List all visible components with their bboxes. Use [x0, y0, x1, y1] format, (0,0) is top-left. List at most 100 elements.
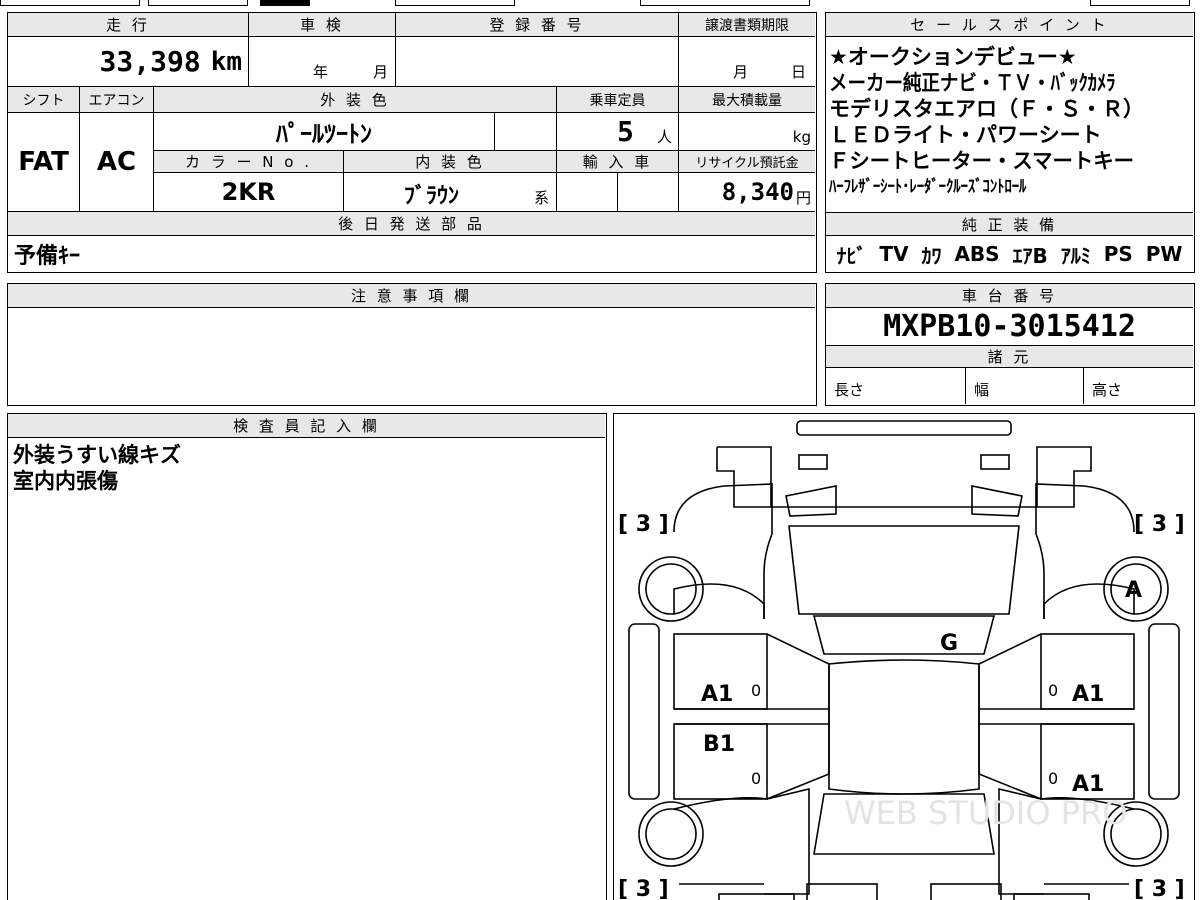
equipment-item: ｶﾜ — [921, 243, 942, 268]
mark-windshield: G — [940, 631, 958, 656]
load-cell: kg — [679, 113, 815, 151]
transfer-header: 譲渡書類期限 — [679, 13, 815, 37]
length-cell: 長さ — [826, 368, 966, 404]
later-parts-value: 予備ｷｰ — [14, 243, 81, 269]
load-header: 最大積載量 — [679, 87, 815, 113]
exterior-header: 外 装 色 — [154, 87, 557, 113]
later-parts-cell: 予備ｷｰ — [8, 236, 815, 271]
interior-suffix: 系 — [534, 189, 550, 207]
transfer-day: 日 — [791, 63, 807, 81]
sales-point-line: メーカー純正ナビ・ＴＶ・ﾊﾞｯｸｶﾒﾗ — [829, 71, 1116, 95]
mark-front-right: A — [1125, 578, 1142, 603]
bracket-bottom-left: [ 3 ] — [618, 877, 669, 900]
capacity-cell: 5 人 — [557, 113, 679, 151]
exterior-extra-cell — [495, 113, 557, 151]
chassis-header: 車 台 番 号 — [826, 284, 1193, 308]
top-cropped-strip — [0, 0, 1200, 8]
notes-header: 注 意 事 項 欄 — [8, 284, 815, 308]
shaken-year: 年 — [313, 63, 329, 81]
sales-point-line: Ｆシートヒーター・スマートキー — [829, 149, 1134, 173]
recycle-cell: 8,340 円 — [679, 173, 815, 212]
shaken-cell: 年 月 — [249, 37, 396, 87]
height-cell: 高さ — [1084, 368, 1193, 404]
sales-point-line: モデリスタエアロ（Ｆ・Ｓ・Ｒ） — [829, 97, 1144, 121]
chassis-box: 車 台 番 号 MXPB10-3015412 諸 元 長さ 幅 高さ — [825, 283, 1195, 406]
equipment-item: PW — [1145, 242, 1183, 266]
sales-point-line: ﾊｰﾌﾚｻﾞｰｼｰﾄ･ﾚｰﾀﾞｰｸﾙｰｽﾞｺﾝﾄﾛｰﾙ — [829, 177, 1027, 197]
mark-right-front-door: A1 — [1072, 682, 1104, 707]
notes-box: 注 意 事 項 欄 — [7, 283, 817, 406]
color-no-cell: 2KR — [154, 173, 344, 212]
registration-cell — [396, 37, 679, 87]
inspector-box: 検 査 員 記 入 欄 外装うすい線キズ 室内内張傷 — [7, 413, 607, 900]
sales-points-lines: ★オークションデビュー★ メーカー純正ナビ・ＴＶ・ﾊﾞｯｸｶﾒﾗ モデリスタエア… — [829, 44, 1191, 214]
aircon-value: AC — [96, 147, 137, 177]
later-parts-header: 後 日 発 送 部 品 — [8, 212, 815, 236]
exterior-value: ﾊﾟｰﾙﾂｰﾄﾝ — [276, 120, 372, 148]
shift-value: FAT — [18, 147, 69, 177]
wheel-rear-left — [638, 801, 704, 867]
width-cell: 幅 — [966, 368, 1084, 404]
vehicle-info-table: 走 行 車 検 登 録 番 号 譲渡書類期限 33,398 km 年 月 月 日… — [7, 12, 817, 273]
wheel-front-left — [638, 556, 704, 622]
watermark: WEB STUDIO PRO — [844, 794, 1127, 832]
height-label: 高さ — [1092, 381, 1123, 399]
equipment-item: ｱﾙﾐ — [1060, 243, 1091, 268]
shift-header: シフト — [8, 87, 80, 113]
car-diagram: [ 3 ] [ 3 ] [ 3 ] [ 3 ] A G A1 B1 A1 A1 … — [618, 420, 1185, 900]
shaken-header: 車 検 — [249, 13, 396, 37]
recycle-value: 8,340 — [721, 178, 794, 206]
equipment-header: 純 正 装 備 — [826, 212, 1193, 236]
mark-left-rear-door: B1 — [703, 732, 735, 757]
inspector-lines: 外装うすい線キズ 室内内張傷 — [13, 442, 181, 494]
equipment-item: TV — [879, 242, 909, 266]
import-cell-b — [618, 173, 679, 212]
chassis-cell: MXPB10-3015412 — [826, 308, 1193, 346]
color-no-value: 2KR — [221, 178, 276, 206]
aircon-header: エアコン — [80, 87, 154, 113]
equipment-item: ABS — [954, 242, 1000, 266]
shaken-month: 月 — [373, 63, 389, 81]
color-no-header: カ ラ ー N o . — [154, 151, 344, 173]
capacity-unit: 人 — [657, 128, 673, 146]
front-bumper-top — [796, 420, 1012, 436]
mileage-value: 33,398 — [99, 45, 201, 78]
sales-point-line: ★オークションデビュー★ — [829, 45, 1077, 69]
equipment-item: ｴｱB — [1012, 243, 1048, 268]
capacity-header: 乗車定員 — [557, 87, 679, 113]
transfer-cell: 月 日 — [679, 37, 815, 87]
inspector-line: 外装うすい線キズ — [13, 443, 181, 467]
length-label: 長さ — [834, 381, 865, 399]
aircon-cell: AC — [80, 113, 154, 212]
mileage-header: 走 行 — [8, 13, 249, 37]
zero-left-rear: 0 — [751, 769, 761, 788]
mileage-unit: km — [210, 46, 242, 77]
zero-left-front: 0 — [751, 681, 761, 700]
interior-value: ﾌﾞﾗｳﾝ — [404, 184, 460, 209]
equipment-item: PS — [1103, 242, 1133, 266]
car-diagram-box: [ 3 ] [ 3 ] [ 3 ] [ 3 ] A G A1 B1 A1 A1 … — [613, 413, 1195, 900]
inspector-line: 室内内張傷 — [13, 469, 118, 493]
hood-outline — [716, 446, 1092, 508]
capacity-value: 5 — [617, 115, 634, 148]
equipment-list: ﾅﾋﾞ TV ｶﾜ ABS ｴｱB ｱﾙﾐ PS PW — [826, 237, 1193, 271]
windshield — [788, 525, 1020, 615]
load-unit: kg — [792, 128, 811, 146]
sales-points-box: セ ー ル ス ポ イ ン ト ★オークションデビュー★ メーカー純正ナビ・ＴＶ… — [825, 12, 1195, 273]
recycle-header: リサイクル預託金 — [679, 151, 815, 173]
interior-header: 内 装 色 — [344, 151, 557, 173]
roof — [828, 659, 980, 795]
registration-header: 登 録 番 号 — [396, 13, 679, 37]
mileage-cell: 33,398 km — [8, 37, 249, 87]
bracket-top-right: [ 3 ] — [1134, 512, 1185, 537]
inspector-header: 検 査 員 記 入 欄 — [8, 414, 605, 438]
bracket-bottom-right: [ 3 ] — [1134, 877, 1185, 900]
sales-points-header: セ ー ル ス ポ イ ン ト — [826, 13, 1193, 37]
equipment-item: ﾅﾋﾞ — [836, 243, 867, 268]
shift-cell: FAT — [8, 113, 80, 212]
dimensions-header: 諸 元 — [826, 346, 1193, 368]
import-cell-a — [557, 173, 618, 212]
mark-left-front-door: A1 — [701, 682, 733, 707]
width-label: 幅 — [974, 381, 990, 399]
recycle-unit: 円 — [795, 188, 811, 207]
